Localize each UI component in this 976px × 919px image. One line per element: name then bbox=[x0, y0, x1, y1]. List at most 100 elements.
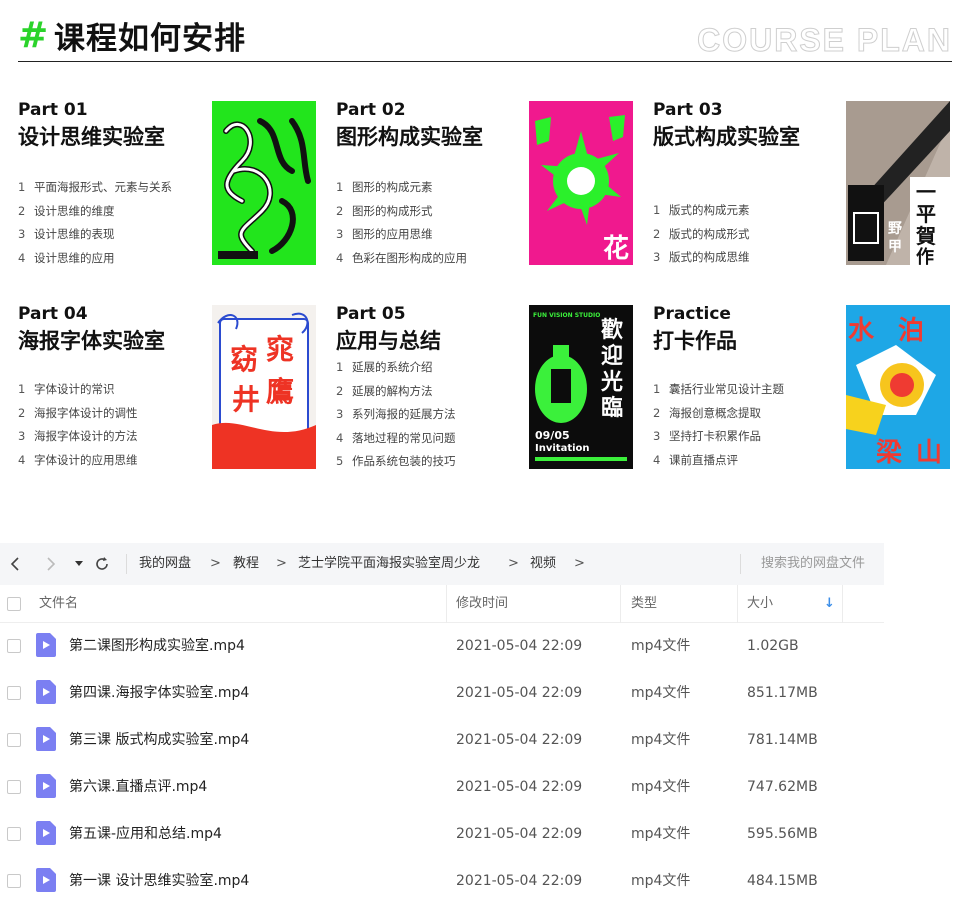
forward-button[interactable] bbox=[40, 552, 62, 576]
poster-text: FUN VISION STUDIO bbox=[533, 312, 600, 319]
poster-artwork: FUN VISION STUDIO 歡 迎 光 臨 09/05 Invitati… bbox=[529, 305, 633, 469]
video-file-icon bbox=[36, 680, 56, 704]
refresh-icon bbox=[96, 557, 108, 570]
breadcrumb-item[interactable]: 教程 bbox=[233, 554, 259, 574]
topic-item: 2 版式的构成形式 bbox=[653, 226, 750, 241]
poster-practice: 水 泊 梁 山 bbox=[846, 305, 950, 469]
column-divider bbox=[446, 585, 447, 623]
topic-item: 1 囊括行业常见设计主题 bbox=[653, 382, 784, 396]
poster-char: 臨 bbox=[601, 396, 623, 421]
topic-item: 1 字体设计的常识 bbox=[18, 382, 115, 396]
poster-char: 光 bbox=[600, 370, 623, 395]
part-label: Part 02 bbox=[336, 100, 406, 120]
column-header-name[interactable]: 文件名 bbox=[39, 585, 78, 623]
poster-char: 梁 bbox=[875, 438, 902, 468]
file-modified-time: 2021-05-04 22:09 bbox=[456, 779, 583, 795]
column-divider bbox=[737, 585, 738, 623]
file-row[interactable]: 第一课 设计思维实验室.mp4 2021-05-04 22:09 mp4文件 4… bbox=[0, 858, 884, 905]
refresh-button[interactable] bbox=[91, 552, 113, 576]
row-checkbox[interactable] bbox=[7, 639, 21, 653]
row-checkbox[interactable] bbox=[7, 686, 21, 700]
poster-artwork: 花 bbox=[529, 101, 633, 265]
file-row[interactable]: 第二课图形构成实验室.mp4 2021-05-04 22:09 mp4文件 1.… bbox=[0, 623, 884, 670]
file-size: 595.56MB bbox=[747, 826, 818, 842]
topic-item: 3 图形的应用思维 bbox=[336, 227, 433, 241]
select-all-checkbox[interactable] bbox=[7, 597, 21, 611]
file-size: 851.17MB bbox=[747, 685, 818, 701]
file-size: 484.15MB bbox=[747, 873, 818, 889]
course-plan-header: # 课程如何安排 COURSE PLAN bbox=[18, 14, 952, 62]
file-modified-time: 2021-05-04 22:09 bbox=[456, 826, 583, 842]
file-name[interactable]: 第一课 设计思维实验室.mp4 bbox=[69, 871, 249, 891]
column-divider bbox=[842, 585, 843, 623]
course-name: 应用与总结 bbox=[336, 329, 441, 353]
sort-desc-icon[interactable]: ↓ bbox=[824, 585, 835, 623]
breadcrumb-item[interactable]: 视频 bbox=[530, 554, 556, 574]
file-name[interactable]: 第二课图形构成实验室.mp4 bbox=[69, 636, 245, 656]
poster-char: 野 bbox=[888, 221, 902, 237]
poster-design-thinking bbox=[212, 101, 316, 265]
chevron-left-icon bbox=[10, 557, 19, 571]
hash-mark: # bbox=[18, 15, 49, 56]
file-type: mp4文件 bbox=[631, 638, 691, 654]
poster-char: 歡 bbox=[601, 317, 623, 343]
breadcrumb-separator: > bbox=[574, 556, 585, 571]
part-label: Part 03 bbox=[653, 100, 723, 120]
poster-char: 甲 bbox=[888, 239, 902, 255]
history-dropdown-button[interactable] bbox=[68, 552, 90, 576]
topic-item: 5 作品系统包装的技巧 bbox=[336, 454, 456, 468]
file-row[interactable]: 第六课.直播点评.mp4 2021-05-04 22:09 mp4文件 747.… bbox=[0, 764, 884, 811]
poster-date: 09/05 bbox=[535, 429, 570, 442]
column-header-size[interactable]: 大小 bbox=[747, 585, 773, 623]
file-size: 1.02GB bbox=[747, 638, 799, 654]
file-name[interactable]: 第三课 版式构成实验室.mp4 bbox=[69, 730, 249, 750]
topic-item: 1 图形的构成元素 bbox=[336, 180, 433, 194]
plan-title-en: COURSE PLAN bbox=[697, 22, 952, 59]
poster-char: 泊 bbox=[898, 316, 924, 346]
column-header-type[interactable]: 类型 bbox=[631, 585, 657, 623]
topic-item: 1 延展的系统介绍 bbox=[336, 360, 433, 374]
plan-title: 课程如何安排 bbox=[54, 21, 246, 57]
row-checkbox[interactable] bbox=[7, 733, 21, 747]
topic-item: 1 版式的构成元素 bbox=[653, 203, 750, 217]
part-label: Practice bbox=[653, 304, 731, 324]
breadcrumb-item[interactable]: 芝士学院平面海报实验室周少龙 bbox=[298, 554, 480, 574]
search-input[interactable]: 搜索我的网盘文件 bbox=[761, 554, 865, 574]
file-name[interactable]: 第四课.海报字体实验室.mp4 bbox=[69, 683, 249, 703]
video-file-icon bbox=[36, 633, 56, 657]
toolbar-divider bbox=[126, 554, 127, 574]
part-label: Part 04 bbox=[18, 304, 88, 324]
file-row[interactable]: 第四课.海报字体实验室.mp4 2021-05-04 22:09 mp4文件 8… bbox=[0, 670, 884, 717]
file-modified-time: 2021-05-04 22:09 bbox=[456, 685, 583, 701]
poster-char: 窈 bbox=[230, 343, 258, 376]
file-size: 747.62MB bbox=[747, 779, 818, 795]
caret-down-icon bbox=[75, 561, 83, 566]
course-name: 海报字体实验室 bbox=[18, 329, 165, 353]
poster-char: 花 bbox=[603, 234, 629, 264]
topic-item: 4 设计思维的应用 bbox=[18, 250, 115, 265]
topic-item: 2 延展的解构方法 bbox=[336, 383, 433, 398]
back-button[interactable] bbox=[4, 552, 26, 576]
file-name[interactable]: 第五课-应用和总结.mp4 bbox=[69, 824, 222, 844]
video-file-icon bbox=[36, 868, 56, 892]
course-name: 设计思维实验室 bbox=[18, 125, 165, 149]
chevron-right-icon bbox=[47, 557, 56, 571]
file-type: mp4文件 bbox=[631, 873, 691, 889]
file-name[interactable]: 第六课.直播点评.mp4 bbox=[69, 777, 207, 797]
poster-artwork: 水 泊 梁 山 bbox=[846, 305, 950, 469]
column-header-time[interactable]: 修改时间 bbox=[456, 585, 508, 623]
part-label: Part 01 bbox=[18, 100, 88, 120]
poster-char: 迎 bbox=[601, 343, 623, 369]
course-topic-list: 1 囊括行业常见设计主题 2 海报创意概念提取 3 坚持打卡积累作品 4 课前直播点评 bbox=[653, 378, 833, 472]
row-checkbox[interactable] bbox=[7, 827, 21, 841]
file-row[interactable]: 第五课-应用和总结.mp4 2021-05-04 22:09 mp4文件 595… bbox=[0, 811, 884, 858]
poster-artwork: 一 平 賀 作 野 甲 bbox=[846, 101, 950, 265]
breadcrumb-item[interactable]: 我的网盘 bbox=[139, 554, 191, 574]
course-topic-list: 1 延展的系统介绍 2 延展的解构方法 3 系列海报的延展方法 4 落地过程的常见问题 … bbox=[336, 356, 516, 474]
row-checkbox[interactable] bbox=[7, 874, 21, 888]
file-type: mp4文件 bbox=[631, 732, 691, 748]
row-checkbox[interactable] bbox=[7, 780, 21, 794]
file-row[interactable]: 第三课 版式构成实验室.mp4 2021-05-04 22:09 mp4文件 7… bbox=[0, 717, 884, 764]
topic-item: 4 字体设计的应用思维 bbox=[18, 452, 138, 467]
poster-char: 井 bbox=[232, 383, 260, 416]
